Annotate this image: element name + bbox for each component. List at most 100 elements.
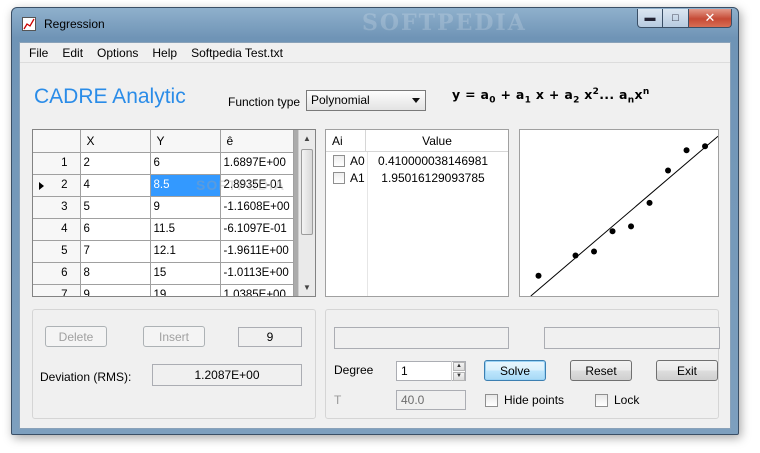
coef-checkbox[interactable] xyxy=(333,154,345,167)
table-row[interactable]: 1 2 6 1.6897E+00 xyxy=(33,152,294,175)
data-point xyxy=(646,199,653,206)
cell-residual: -1.9611E+00 xyxy=(220,240,294,263)
data-point xyxy=(591,248,598,255)
maximize-icon: □ xyxy=(672,12,679,24)
scroll-thumb[interactable] xyxy=(301,149,313,235)
exit-button[interactable]: Exit xyxy=(656,360,718,381)
data-point xyxy=(535,272,542,279)
row-header[interactable]: 7 xyxy=(33,284,81,296)
status-field-left xyxy=(334,327,509,349)
scroll-down-icon[interactable]: ▼ xyxy=(299,279,315,296)
minimize-button[interactable]: ▬ xyxy=(637,9,663,28)
row-header[interactable]: 4 xyxy=(33,218,81,241)
cell-x[interactable]: 9 xyxy=(80,284,151,296)
title-bar[interactable]: Regression SOFTPEDIA ▬ □ ✕ xyxy=(12,8,738,38)
menu-bar: File Edit Options Help Softpedia Test.tx… xyxy=(20,43,730,63)
cell-y[interactable]: 11.5 xyxy=(150,218,221,241)
cell-y-selected[interactable]: 8.5 xyxy=(150,174,221,197)
scroll-up-icon[interactable]: ▲ xyxy=(299,130,315,147)
row-count-field: 9 xyxy=(238,327,302,347)
deviation-label: Deviation (RMS): xyxy=(40,370,132,384)
window-title: Regression xyxy=(44,17,105,31)
function-type-value: Polynomial xyxy=(311,93,370,107)
cell-residual: 1.6897E+00 xyxy=(220,152,294,175)
plot-canvas xyxy=(530,135,718,296)
regression-plot xyxy=(519,129,719,297)
cell-residual: -6.1097E-01 xyxy=(220,218,294,241)
cell-x[interactable]: 5 xyxy=(80,196,151,219)
cell-y[interactable]: 12.1 xyxy=(150,240,221,263)
coefficient-list: Ai Value A0 0.410000038146981 A1 1.95016… xyxy=(325,129,509,297)
table-row[interactable]: 5 7 12.1 -1.9611E+00 xyxy=(33,240,294,263)
t-label: T xyxy=(334,393,342,407)
grid-corner-header xyxy=(33,130,81,153)
softpedia-watermark: SOFTPEDIA xyxy=(362,10,527,36)
column-header-x[interactable]: X xyxy=(80,130,151,153)
cell-x[interactable]: 8 xyxy=(80,262,151,285)
menu-file[interactable]: File xyxy=(22,43,55,63)
app-window: Regression SOFTPEDIA ▬ □ ✕ File Edit Opt… xyxy=(11,7,739,435)
table-row[interactable]: 6 8 15 -1.0113E+00 xyxy=(33,262,294,285)
data-point xyxy=(572,252,579,259)
table-row[interactable]: 3 5 9 -1.1608E+00 xyxy=(33,196,294,219)
status-field-right xyxy=(544,327,720,349)
column-header-y[interactable]: Y xyxy=(150,130,221,153)
table-row[interactable]: 4 6 11.5 -6.1097E-01 xyxy=(33,218,294,241)
lock-checkbox[interactable]: Lock xyxy=(595,393,639,407)
data-point xyxy=(609,228,616,235)
row-header[interactable]: 5 xyxy=(33,240,81,263)
app-chart-icon xyxy=(22,17,36,31)
list-item[interactable]: A1 1.95016129093785 xyxy=(326,169,508,186)
stepper-down-icon[interactable]: ▼ xyxy=(453,372,465,381)
cell-x[interactable]: 6 xyxy=(80,218,151,241)
close-button[interactable]: ✕ xyxy=(689,9,732,28)
cell-y[interactable]: 9 xyxy=(150,196,221,219)
cell-y[interactable]: 15 xyxy=(150,262,221,285)
grid-scrollbar[interactable]: ▲ ▼ xyxy=(298,130,315,296)
maximize-button[interactable]: □ xyxy=(663,9,689,28)
table-row[interactable]: 7 9 19 1.0385E+00 xyxy=(33,284,294,296)
row-header-current[interactable]: 2 xyxy=(33,174,81,197)
hide-points-checkbox[interactable]: Hide points xyxy=(485,393,564,407)
cell-residual: -1.0113E+00 xyxy=(220,262,294,285)
row-header[interactable]: 3 xyxy=(33,196,81,219)
data-point xyxy=(665,167,672,174)
delete-button[interactable]: Delete xyxy=(45,326,107,347)
data-grid[interactable]: X Y ê 1 2 6 1.6897E+00 2 4 8.5 2.8935E-0… xyxy=(32,129,316,297)
cell-x[interactable]: 7 xyxy=(80,240,151,263)
function-type-label: Function type xyxy=(228,95,301,109)
data-point xyxy=(702,143,709,150)
checkbox-icon[interactable] xyxy=(595,393,608,407)
stepper-up-icon[interactable]: ▲ xyxy=(453,362,465,371)
insert-button[interactable]: Insert xyxy=(143,326,205,347)
coef-header-ai[interactable]: Ai xyxy=(326,130,366,151)
coef-header-value[interactable]: Value xyxy=(366,130,508,151)
menu-help[interactable]: Help xyxy=(145,43,184,63)
degree-stepper[interactable]: ▲ ▼ xyxy=(451,361,466,381)
cell-x[interactable]: 4 xyxy=(80,174,151,197)
client-area: File Edit Options Help Softpedia Test.tx… xyxy=(19,42,731,429)
cell-y[interactable]: 6 xyxy=(150,152,221,175)
coef-checkbox[interactable] xyxy=(333,171,345,184)
formula-display: y = a0 + a1 x + a2 x2... anxn xyxy=(452,87,650,106)
row-header[interactable]: 6 xyxy=(33,262,81,285)
hide-points-label: Hide points xyxy=(504,393,565,407)
list-item[interactable]: A0 0.410000038146981 xyxy=(326,152,508,169)
solve-button[interactable]: Solve xyxy=(484,360,546,381)
coef-name: A0 xyxy=(350,153,365,168)
column-header-residual[interactable]: ê xyxy=(220,130,294,153)
function-type-select[interactable]: Polynomial xyxy=(306,90,426,111)
row-header[interactable]: 1 xyxy=(33,152,81,175)
t-input[interactable]: 40.0 xyxy=(396,390,466,410)
menu-options[interactable]: Options xyxy=(90,43,145,63)
table-row[interactable]: 2 4 8.5 2.8935E-01 xyxy=(33,174,294,197)
degree-label: Degree xyxy=(334,363,374,377)
checkbox-icon[interactable] xyxy=(485,393,498,407)
cell-y[interactable]: 19 xyxy=(150,284,221,296)
data-point xyxy=(628,223,635,230)
menu-open-file[interactable]: Softpedia Test.txt xyxy=(184,43,290,63)
reset-button[interactable]: Reset xyxy=(570,360,632,381)
cell-x[interactable]: 2 xyxy=(80,152,151,175)
menu-edit[interactable]: Edit xyxy=(55,43,90,63)
cell-residual: -1.1608E+00 xyxy=(220,196,294,219)
